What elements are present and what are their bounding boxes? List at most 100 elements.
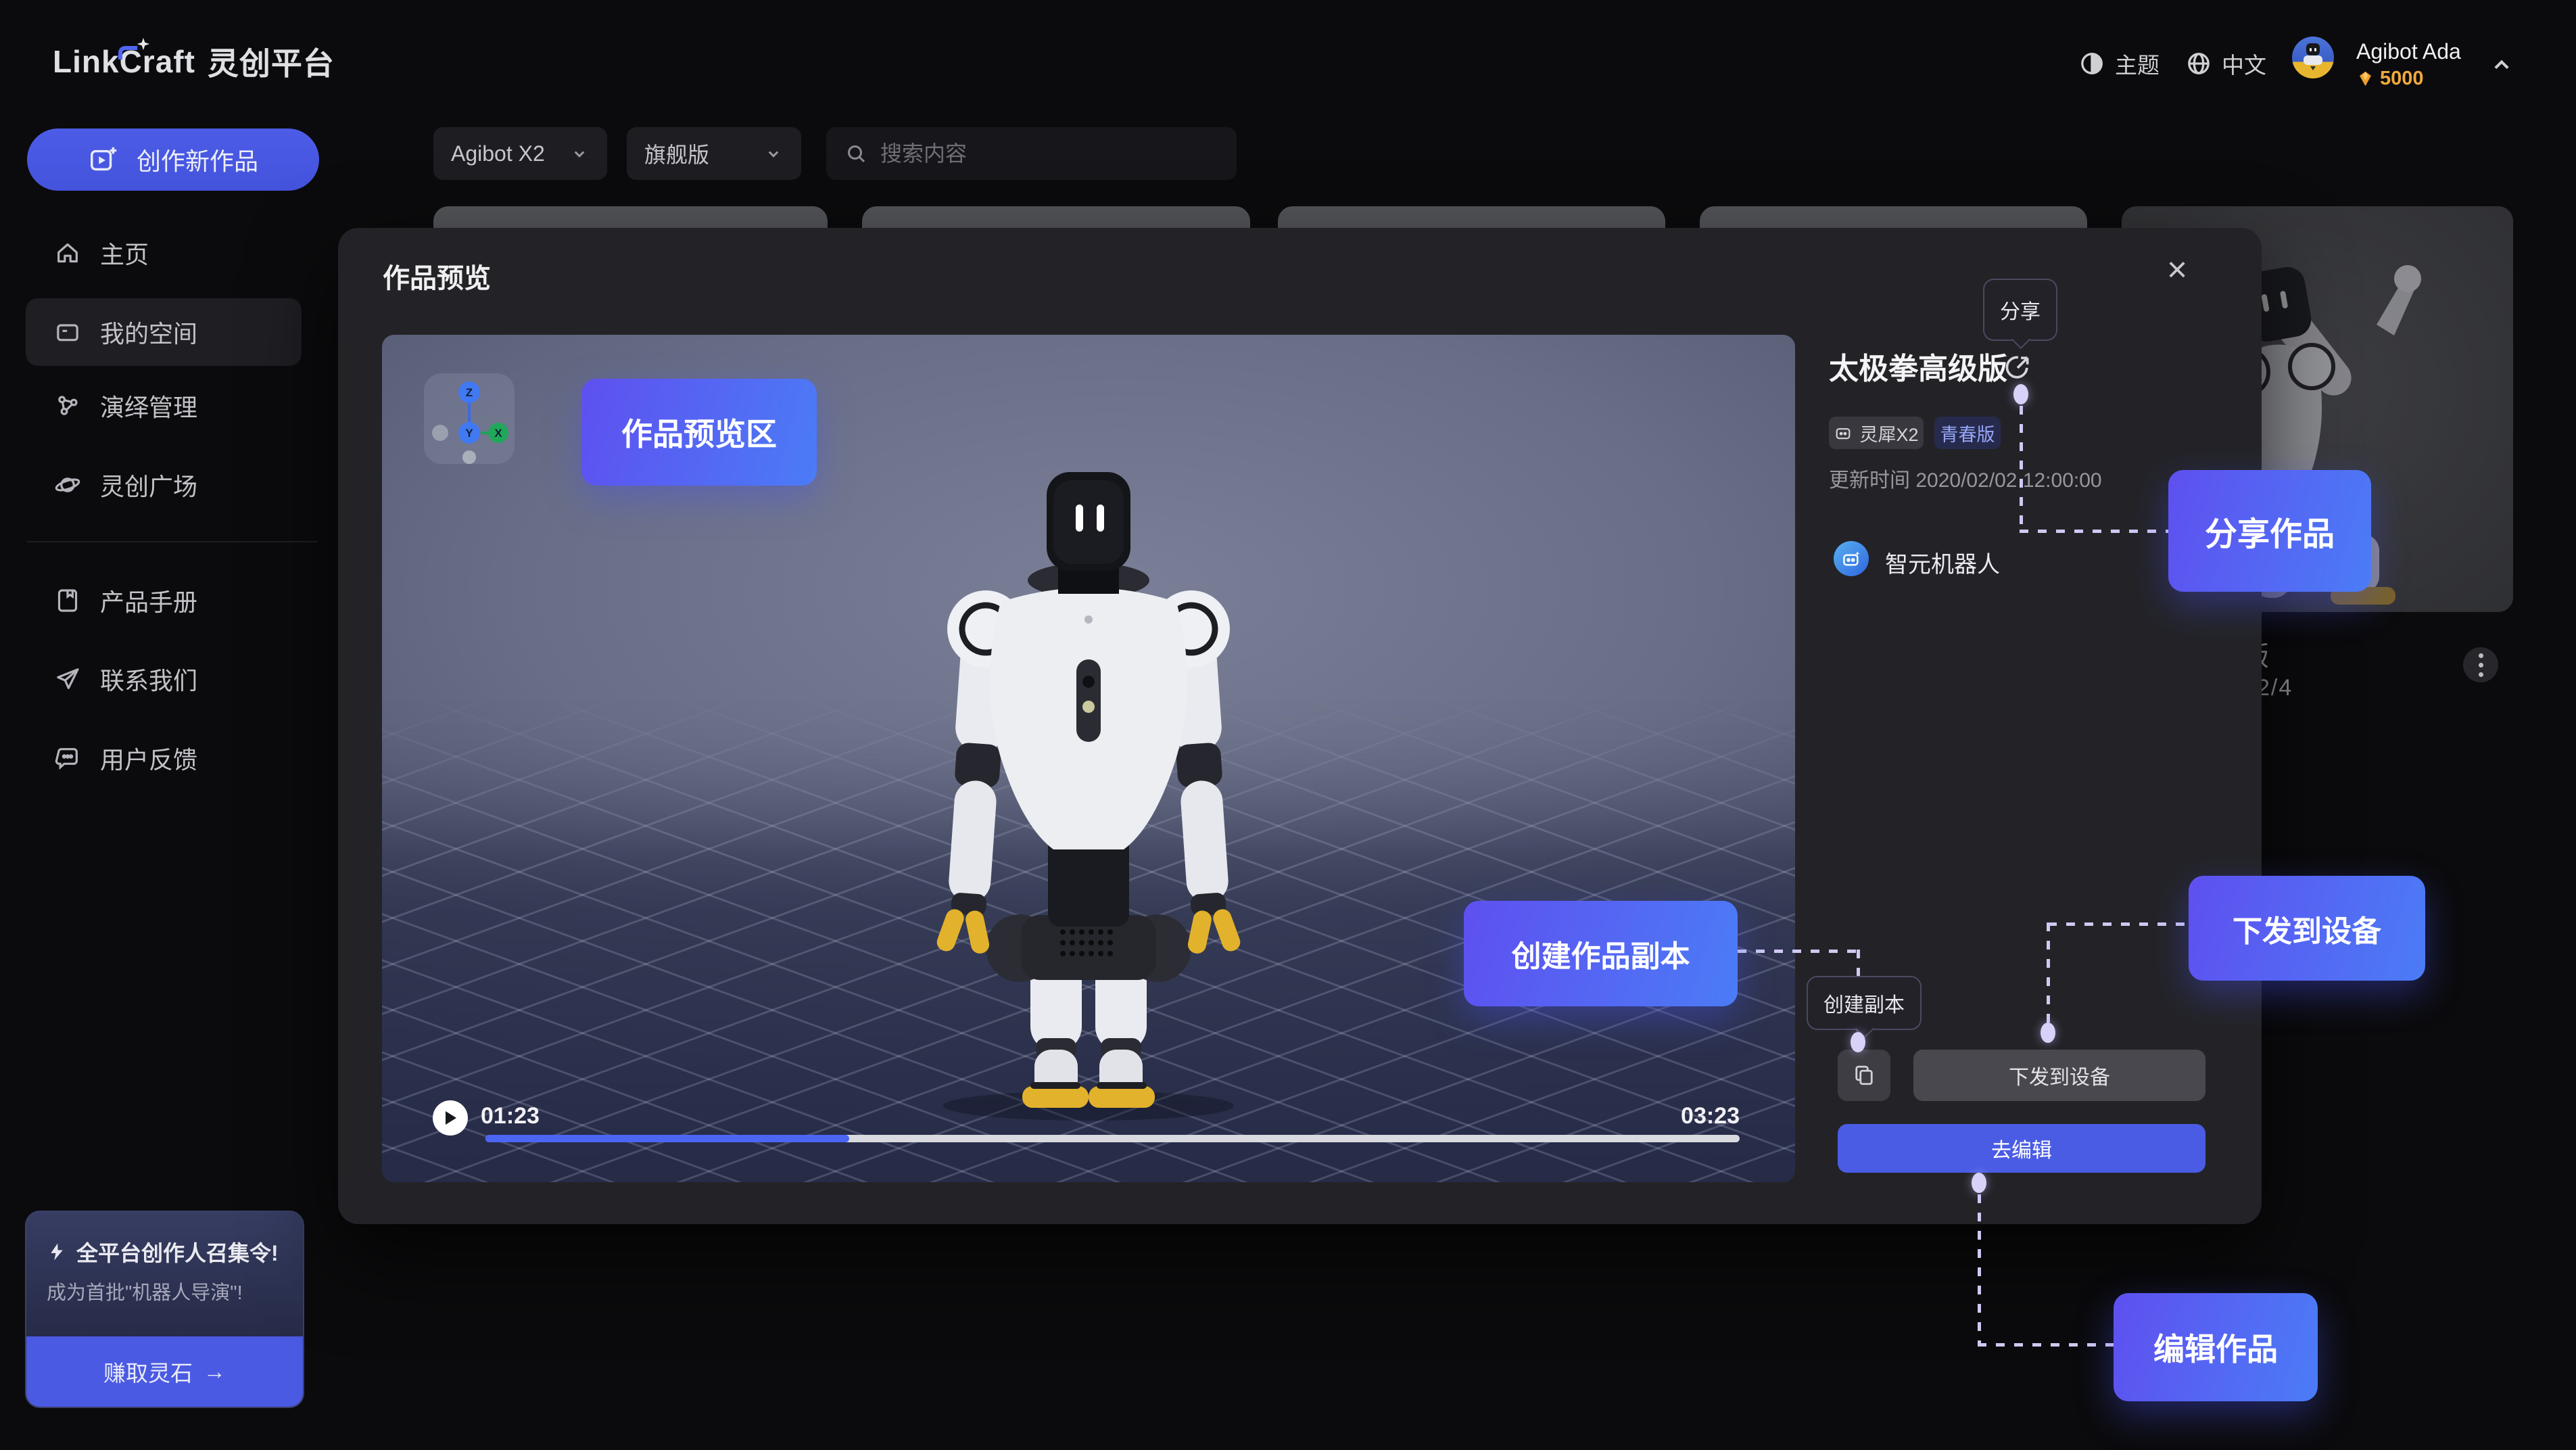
robot-face-icon bbox=[1834, 423, 1853, 442]
model-tag-label: 灵犀X2 bbox=[1859, 420, 1918, 446]
create-copy-tooltip: 创建副本 bbox=[1807, 976, 1922, 1030]
gizmo-x-label: X bbox=[494, 427, 502, 440]
logo-text-left: Link bbox=[53, 43, 120, 80]
model-dropdown-value: Agibot X2 bbox=[451, 141, 545, 166]
create-new-work-button[interactable]: 创作新作品 bbox=[27, 128, 319, 191]
annotation-deploy: 下发到设备 bbox=[2189, 876, 2425, 981]
language-switcher[interactable]: 中文 bbox=[2185, 47, 2266, 80]
promo-card: 全平台创作人召集令! 成为首批"机器人导演"! 赚取灵石 → bbox=[25, 1211, 304, 1408]
sidebar-item-feedback[interactable]: 用户反馈 bbox=[26, 724, 302, 792]
author-name: 智元机器人 bbox=[1885, 546, 2000, 579]
copy-icon bbox=[1852, 1063, 1876, 1088]
earn-gems-button[interactable]: 赚取灵石 → bbox=[26, 1336, 303, 1407]
edition-tag-label: 青春版 bbox=[1940, 420, 1995, 446]
planet-icon bbox=[54, 471, 81, 498]
promo-subtitle: 成为首批"机器人导演"! bbox=[47, 1277, 243, 1305]
annotation-create-copy: 创建作品副本 bbox=[1464, 901, 1738, 1006]
current-time: 01:23 bbox=[481, 1103, 540, 1129]
close-icon[interactable]: × bbox=[2155, 248, 2199, 291]
folder-icon bbox=[54, 319, 81, 346]
theme-toggle[interactable]: 主题 bbox=[2078, 47, 2160, 80]
home-icon bbox=[54, 239, 81, 266]
credits-badge: 5000 bbox=[2356, 68, 2424, 90]
book-icon bbox=[54, 587, 81, 614]
sidebar-item-label: 演绎管理 bbox=[100, 388, 197, 423]
search-box[interactable] bbox=[826, 127, 1237, 180]
axis-gizmo[interactable]: Z Y X bbox=[424, 373, 515, 464]
chevron-up-icon[interactable] bbox=[2487, 50, 2517, 80]
model-tag: 灵犀X2 bbox=[1829, 417, 1924, 449]
edition-tag: 青春版 bbox=[1934, 417, 2001, 449]
connector-dot bbox=[2013, 384, 2028, 404]
theme-icon bbox=[2078, 50, 2105, 77]
lightning-icon bbox=[47, 1242, 67, 1262]
search-icon bbox=[844, 141, 868, 166]
background-card-count: 2/4 bbox=[2257, 675, 2293, 701]
progress-fill bbox=[485, 1135, 849, 1142]
search-input[interactable] bbox=[880, 141, 1205, 166]
sidebar-item-label: 主页 bbox=[100, 235, 149, 271]
gizmo-z-label: Z bbox=[466, 386, 473, 399]
robot-model bbox=[886, 467, 1291, 1123]
share-icon[interactable] bbox=[2003, 352, 2032, 382]
annotation-preview-area: 作品预览区 bbox=[581, 379, 817, 486]
deploy-to-device-button[interactable]: 下发到设备 bbox=[1913, 1050, 2205, 1101]
chat-bubble-icon bbox=[54, 745, 81, 772]
chevron-down-icon bbox=[569, 143, 590, 164]
sidebar-item-my-space[interactable]: 我的空间 bbox=[26, 298, 302, 366]
play-button[interactable] bbox=[433, 1100, 468, 1136]
avatar-robot-image bbox=[2292, 37, 2334, 78]
gizmo-y-label: Y bbox=[465, 427, 473, 440]
sidebar-item-label: 我的空间 bbox=[100, 314, 197, 350]
connector-line bbox=[2047, 922, 2050, 1024]
app-logo: LinkCraft 灵创平台 bbox=[53, 39, 335, 84]
annotation-share-work: 分享作品 bbox=[2168, 470, 2371, 592]
sidebar-item-contact[interactable]: 联系我们 bbox=[26, 645, 302, 713]
connector-line bbox=[2020, 530, 2168, 533]
gem-icon bbox=[2356, 70, 2375, 88]
connector-line bbox=[1978, 1194, 1981, 1346]
share-tooltip: 分享 bbox=[1983, 279, 2057, 341]
go-edit-button[interactable]: 去编辑 bbox=[1838, 1124, 2205, 1173]
connector-dot bbox=[1851, 1032, 1865, 1052]
sidebar-item-label: 产品手册 bbox=[100, 583, 197, 618]
model-dropdown[interactable]: Agibot X2 bbox=[433, 127, 607, 180]
sidebar-item-performance[interactable]: 演绎管理 bbox=[26, 372, 302, 440]
sidebar-item-plaza[interactable]: 灵创广场 bbox=[26, 451, 302, 519]
promo-title: 全平台创作人召集令! bbox=[47, 1236, 279, 1267]
create-new-work-label: 创作新作品 bbox=[137, 142, 258, 177]
edition-dropdown-value: 旗舰版 bbox=[644, 138, 709, 169]
create-copy-button[interactable] bbox=[1838, 1050, 1890, 1101]
paper-plane-icon bbox=[54, 665, 81, 693]
edition-dropdown[interactable]: 旗舰版 bbox=[627, 127, 801, 180]
sidebar-item-label: 用户反馈 bbox=[100, 741, 197, 776]
sidebar-item-home[interactable]: 主页 bbox=[26, 219, 302, 287]
video-create-icon bbox=[88, 144, 119, 175]
play-icon bbox=[443, 1110, 458, 1126]
card-more-menu-button[interactable] bbox=[2463, 647, 2498, 682]
sidebar-divider bbox=[27, 541, 318, 542]
connector-dot bbox=[1972, 1173, 1986, 1193]
robot-face-icon bbox=[1840, 548, 1862, 569]
progress-bar[interactable] bbox=[485, 1135, 1740, 1142]
updated-time: 更新时间 2020/02/02 12:00:00 bbox=[1829, 463, 2102, 493]
credits-value: 5000 bbox=[2380, 68, 2424, 90]
connector-line bbox=[1978, 1343, 2114, 1347]
logo-star-icon bbox=[136, 37, 151, 51]
logo-c-mark: C bbox=[120, 43, 143, 80]
globe-icon bbox=[2185, 50, 2212, 77]
connector-line bbox=[2020, 406, 2023, 533]
connector-line bbox=[2048, 922, 2189, 926]
annotation-edit-work: 编辑作品 bbox=[2114, 1293, 2318, 1401]
user-avatar[interactable] bbox=[2292, 37, 2334, 78]
connector-dot bbox=[2041, 1023, 2055, 1043]
author-avatar bbox=[1834, 541, 1869, 576]
chevron-down-icon bbox=[763, 143, 784, 164]
sidebar-item-label: 灵创广场 bbox=[100, 467, 197, 502]
sidebar-item-label: 联系我们 bbox=[100, 661, 197, 697]
work-title: 太极拳高级版 bbox=[1829, 344, 2007, 388]
connector-line bbox=[1738, 950, 1859, 953]
arrow-right-icon: → bbox=[204, 1359, 226, 1384]
sidebar-item-manual[interactable]: 产品手册 bbox=[26, 567, 302, 634]
modal-title: 作品预览 bbox=[383, 256, 491, 296]
